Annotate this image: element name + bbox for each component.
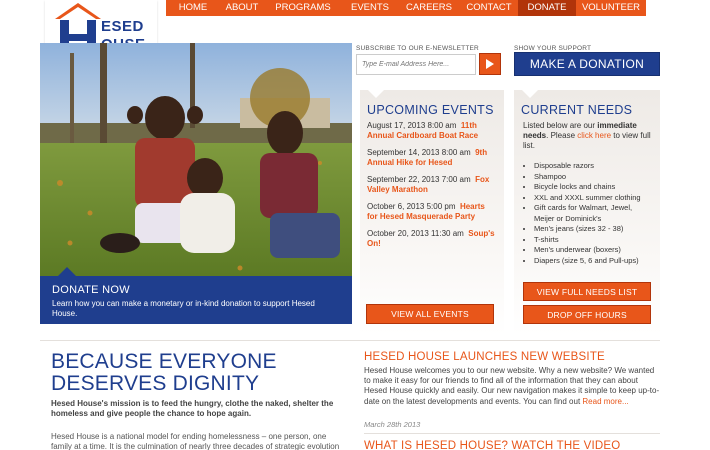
event-item[interactable]: September 22, 2013 7:00 am Fox Valley Ma…: [367, 175, 497, 195]
nav-home[interactable]: HOME: [166, 0, 220, 16]
upcoming-events-panel: Upcoming Events August 17, 2013 8:00 am …: [360, 90, 504, 335]
nav-donate[interactable]: DONATE: [518, 0, 576, 16]
main-nav: HOME ABOUT PROGRAMS EVENTS CAREERS CONTA…: [166, 0, 646, 16]
newsletter-email-input[interactable]: [356, 54, 476, 75]
event-item[interactable]: October 20, 2013 11:30 am Soup's On!: [367, 229, 497, 249]
newsletter-label: Subscribe to our e-newsletter: [356, 45, 479, 52]
need-item: T-shirts: [534, 235, 654, 246]
nav-contact[interactable]: CONTACT: [460, 0, 518, 16]
view-full-needs-button[interactable]: View Full Needs List: [523, 282, 651, 301]
section-divider: [40, 340, 660, 341]
need-item: Men's underwear (boxers): [534, 245, 654, 256]
news-title-video[interactable]: What is Hesed House? Watch the video: [364, 440, 664, 450]
nav-programs[interactable]: PROGRAMS: [264, 0, 342, 16]
needs-intro: Listed below are our immediate needs. Pl…: [523, 121, 652, 151]
event-date: August 17, 2013 8:00 am: [367, 121, 457, 130]
need-item: Men's jeans (sizes 32 - 38): [534, 224, 654, 235]
event-item[interactable]: October 6, 2013 5:00 pm Hearts for Hesed…: [367, 202, 497, 222]
event-date: October 20, 2013 11:30 am: [367, 229, 464, 238]
events-heading: Upcoming Events: [367, 103, 494, 117]
view-all-events-button[interactable]: View All Events: [366, 304, 494, 324]
needs-click-here-link[interactable]: click here: [577, 131, 611, 140]
needs-heading: Current Needs: [521, 103, 633, 117]
dignity-heading: Because Everyone Deserves Dignity: [51, 350, 277, 395]
logo-word-hesed: ESED: [101, 18, 144, 35]
arrow-right-icon: [486, 59, 494, 69]
donate-now-banner[interactable]: Donate Now Learn how you can make a mone…: [40, 267, 352, 324]
needs-intro-text: . Please: [546, 131, 578, 140]
need-item: XXL and XXXL summer clothing: [534, 193, 654, 204]
nav-careers[interactable]: CAREERS: [398, 0, 460, 16]
hero-photo: [40, 43, 352, 276]
need-item: Shampoo: [534, 172, 654, 183]
drop-off-hours-button[interactable]: Drop Off Hours: [523, 305, 651, 324]
panel-notch: [368, 90, 384, 98]
news-body: Hesed House welcomes you to our new webs…: [364, 366, 660, 407]
donate-now-description: Learn how you can make a monetary or in-…: [52, 299, 315, 318]
needs-intro-text: Listed below are our: [523, 121, 598, 130]
news-date: March 28th 2013: [364, 420, 421, 429]
event-date: September 22, 2013 7:00 am: [367, 175, 471, 184]
event-item[interactable]: August 17, 2013 8:00 am 11th Annual Card…: [367, 121, 497, 141]
about-body-text: Hesed House is a national model for endi…: [51, 432, 340, 450]
event-date: October 6, 2013 5:00 pm: [367, 202, 456, 211]
nav-about[interactable]: ABOUT: [220, 0, 264, 16]
events-list: August 17, 2013 8:00 am 11th Annual Card…: [367, 121, 497, 249]
mission-statement: Hesed House's mission is to feed the hun…: [51, 399, 334, 418]
needs-list: Disposable razors Shampoo Bicycle locks …: [534, 161, 654, 266]
news-divider: [364, 433, 660, 434]
event-date: September 14, 2013 8:00 am: [367, 148, 471, 157]
event-item[interactable]: September 14, 2013 8:00 am 9th Annual Hi…: [367, 148, 497, 168]
support-label: Show your support: [514, 45, 592, 52]
need-item: Bicycle locks and chains: [534, 182, 654, 193]
nav-volunteer[interactable]: VOLUNTEER: [576, 0, 646, 16]
make-donation-button[interactable]: Make a Donation: [514, 52, 660, 76]
read-more-link[interactable]: Read more...: [582, 397, 628, 406]
news-title-new-website[interactable]: Hesed House Launches New Website: [364, 351, 664, 363]
need-item: Gift cards for Walmart, Jewel, Meijer or…: [534, 203, 654, 224]
need-item: Diapers (size 5, 6 and Pull-ups): [534, 256, 654, 267]
nav-events[interactable]: EVENTS: [342, 0, 398, 16]
panel-notch: [522, 90, 538, 98]
need-item: Disposable razors: [534, 161, 654, 172]
newsletter-submit-button[interactable]: [479, 53, 501, 75]
banner-notch: [58, 267, 76, 276]
donate-now-title: Donate Now: [52, 284, 130, 296]
